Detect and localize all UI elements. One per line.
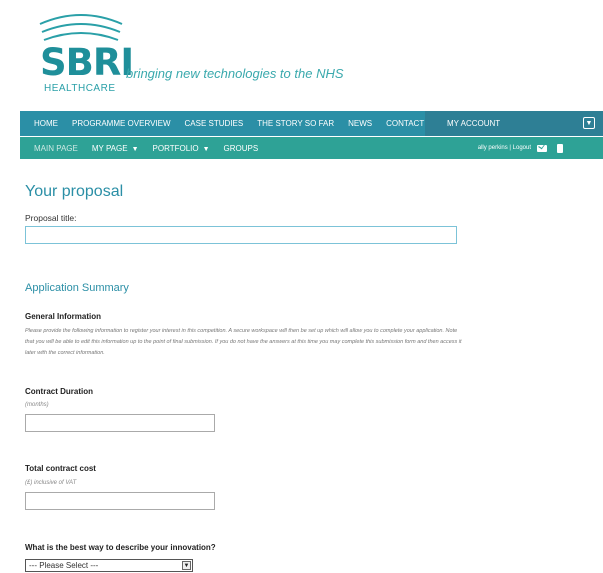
general-info-heading: General Information — [25, 312, 102, 321]
my-account-label: MY ACCOUNT — [447, 119, 501, 128]
nav-groups[interactable]: GROUPS — [224, 144, 259, 153]
nav-programme-overview[interactable]: PROGRAMME OVERVIEW — [72, 119, 171, 128]
secondary-nav: MAIN PAGE MY PAGE ▼ PORTFOLIO ▼ GROUPS all… — [20, 137, 603, 159]
nav-news[interactable]: NEWS — [348, 119, 372, 128]
application-summary-heading: Application Summary — [25, 282, 129, 294]
sbri-logo[interactable]: SBRI HEALTHCARE — [36, 10, 136, 95]
caret-down-icon: ▼ — [131, 145, 139, 153]
innovation-label: What is the best way to describe your in… — [25, 543, 216, 552]
primary-nav: HOME PROGRAMME OVERVIEW CASE STUDIES THE… — [20, 111, 603, 136]
caret-down-icon: ▼ — [202, 145, 210, 153]
contract-duration-label: Contract Duration — [25, 387, 93, 396]
mail-icon[interactable] — [537, 144, 547, 152]
logo-arcs-icon — [39, 14, 123, 41]
dropdown-arrow-icon[interactable]: ▼ — [182, 561, 191, 570]
innovation-select-value: --- Please Select --- — [29, 561, 99, 570]
user-logout-link[interactable]: ally perkins | Logout — [478, 145, 531, 151]
nav-main-page[interactable]: MAIN PAGE — [34, 144, 78, 153]
nav-story-so-far[interactable]: THE STORY SO FAR — [257, 119, 334, 128]
trash-icon[interactable] — [557, 143, 563, 153]
total-cost-label: Total contract cost — [25, 464, 96, 473]
proposal-title-label: Proposal title: — [25, 213, 77, 223]
nav-my-page-label: MY PAGE — [91, 143, 128, 153]
nav-case-studies[interactable]: CASE STUDIES — [185, 119, 244, 128]
nav-home[interactable]: HOME — [34, 119, 58, 128]
nav-my-page[interactable]: MY PAGE ▼ — [92, 144, 139, 153]
tagline: bringing new technologies to the NHS — [126, 66, 344, 81]
proposal-title-input[interactable] — [25, 226, 457, 244]
total-cost-input[interactable] — [25, 492, 215, 510]
contract-duration-hint: (months) — [25, 402, 49, 408]
chevron-down-icon[interactable]: ▼ — [583, 117, 595, 129]
nav-portfolio-label: PORTFOLIO — [152, 143, 199, 153]
total-cost-hint: (£) inclusive of VAT — [25, 480, 77, 486]
user-area: ally perkins | Logout — [478, 137, 563, 159]
logo-wordmark: SBRI — [40, 41, 134, 84]
my-account-menu[interactable]: MY ACCOUNT ▼ — [425, 111, 603, 136]
page-title: Your proposal — [25, 183, 124, 200]
general-info-text: Please provide the following information… — [25, 328, 462, 356]
contract-duration-input[interactable] — [25, 414, 215, 432]
innovation-select[interactable]: --- Please Select --- ▼ — [25, 559, 193, 572]
nav-portfolio[interactable]: PORTFOLIO ▼ — [153, 144, 210, 153]
logo-subtitle: HEALTHCARE — [44, 83, 116, 94]
